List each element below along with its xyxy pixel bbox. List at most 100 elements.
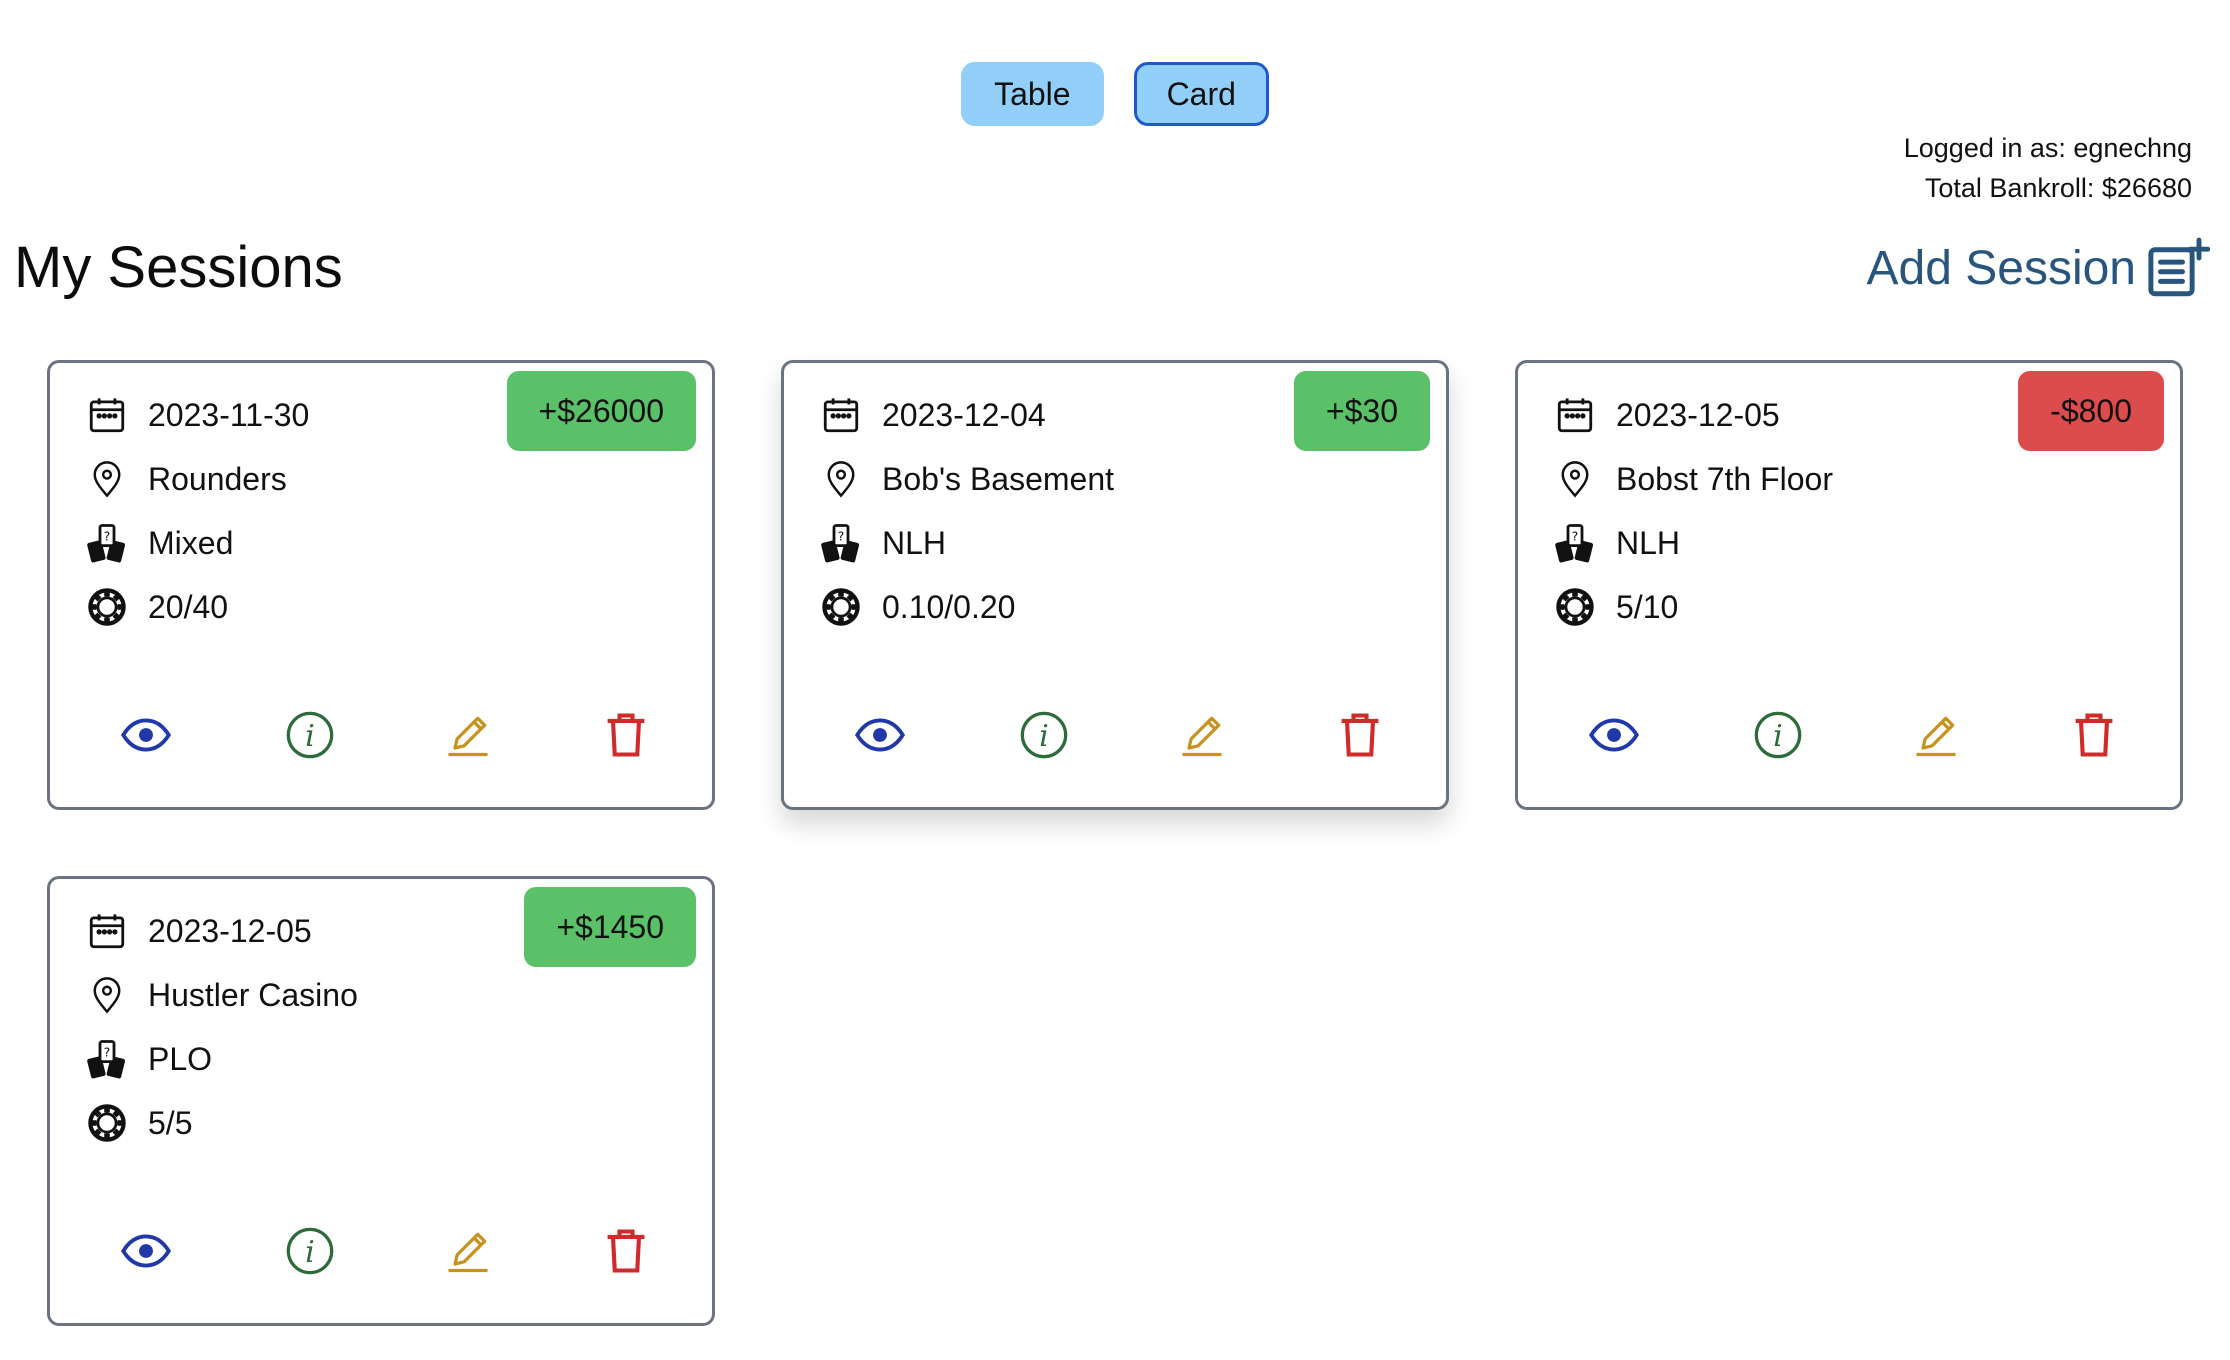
svg-text:i: i <box>305 1235 315 1270</box>
calendar-icon <box>89 398 125 433</box>
session-result-badge: +$1450 <box>524 887 696 967</box>
svg-text:i: i <box>305 719 315 754</box>
logged-in-text: Logged in as: egnechng <box>1903 133 2192 163</box>
playing-cards-icon: ? <box>1555 524 1594 563</box>
poker-chip-icon <box>1556 588 1594 626</box>
delete-button[interactable] <box>1328 703 1392 767</box>
playing-cards-icon: ? <box>821 524 860 563</box>
view-button[interactable] <box>848 703 912 767</box>
session-date-row: 2023-12-05 <box>1554 393 1780 437</box>
session-stakes-row: 5/5 <box>86 1101 192 1145</box>
edit-button[interactable] <box>1904 703 1968 767</box>
eye-icon <box>1588 718 1640 752</box>
eye-icon <box>120 718 172 752</box>
info-button[interactable]: i <box>278 703 342 767</box>
playing-cards-icon: ? <box>87 524 126 563</box>
calendar-icon <box>1557 398 1593 433</box>
session-card: 2023-11-30 Rounders ? Mixed 20/40 +$2600… <box>47 360 715 810</box>
table-view-button[interactable]: Table <box>961 62 1104 126</box>
location-pin-icon <box>93 461 121 498</box>
info-icon: i <box>286 1227 334 1275</box>
delete-button[interactable] <box>2062 703 2126 767</box>
svg-text:i: i <box>1039 719 1049 754</box>
poker-chip-icon <box>88 1104 126 1142</box>
session-date: 2023-12-05 <box>148 913 312 949</box>
view-button[interactable] <box>114 1219 178 1283</box>
session-result-badge: +$26000 <box>506 371 696 451</box>
info-button[interactable]: i <box>278 1219 342 1283</box>
session-game-row: ? NLH <box>1554 521 1680 565</box>
calendar-icon <box>823 398 859 433</box>
edit-button[interactable] <box>1170 703 1234 767</box>
poker-chip-icon <box>88 588 126 626</box>
info-button[interactable]: i <box>1746 703 1810 767</box>
pencil-icon <box>448 716 488 757</box>
playing-cards-icon: ? <box>87 1040 126 1079</box>
delete-button[interactable] <box>594 1219 658 1283</box>
svg-text:?: ? <box>104 1045 111 1059</box>
session-location: Bob's Basement <box>882 461 1115 497</box>
trash-icon <box>607 1229 645 1273</box>
svg-text:?: ? <box>1572 529 1579 543</box>
trash-icon <box>1341 713 1379 757</box>
session-result-badge: +$30 <box>1293 371 1430 451</box>
add-session-label: Add Session <box>1866 242 2136 295</box>
info-button[interactable]: i <box>1012 703 1076 767</box>
session-game-row: ? Mixed <box>86 521 233 565</box>
edit-button[interactable] <box>436 703 500 767</box>
session-game-row: ? PLO <box>86 1037 212 1081</box>
session-date-row: 2023-12-05 <box>86 909 312 953</box>
trash-icon <box>607 713 645 757</box>
location-pin-icon <box>827 461 855 498</box>
session-date-row: 2023-11-30 <box>86 393 309 437</box>
session-stakes: 5/10 <box>1616 589 1679 625</box>
session-stakes-row: 5/10 <box>1554 585 1678 629</box>
card-view-button[interactable]: Card <box>1133 62 1269 126</box>
session-date: 2023-12-04 <box>882 397 1046 433</box>
session-game: Mixed <box>148 525 234 561</box>
page-title: My Sessions <box>14 235 343 300</box>
session-date: 2023-12-05 <box>1616 397 1780 433</box>
calendar-icon <box>89 914 125 949</box>
add-note-icon <box>2148 237 2210 297</box>
session-stakes-row: 0.10/0.20 <box>820 585 1015 629</box>
session-stakes-row: 20/40 <box>86 585 228 629</box>
session-game: NLH <box>1616 525 1681 561</box>
session-location-row: Rounders <box>86 457 287 501</box>
bankroll-text: Total Bankroll: $26680 <box>1924 173 2192 203</box>
eye-icon <box>120 1234 172 1268</box>
session-actions: i <box>1518 703 2180 767</box>
pencil-icon <box>448 1232 488 1273</box>
session-card: 2023-12-04 Bob's Basement ? NLH 0.10/0.2… <box>781 360 1449 810</box>
info-icon: i <box>1754 711 1802 759</box>
session-stakes: 20/40 <box>148 589 229 625</box>
svg-text:?: ? <box>838 529 845 543</box>
session-game: PLO <box>148 1041 213 1077</box>
view-button[interactable] <box>1582 703 1646 767</box>
eye-icon <box>854 718 906 752</box>
session-location-row: Bob's Basement <box>820 457 1114 501</box>
add-session-button[interactable]: Add Session <box>1866 234 2210 304</box>
session-location: Bobst 7th Floor <box>1616 461 1833 497</box>
svg-text:i: i <box>1773 719 1783 754</box>
session-location: Rounders <box>148 461 287 497</box>
session-result-badge: -$800 <box>2018 371 2164 451</box>
user-info: Logged in as: egnechng Total Bankroll: $… <box>1904 128 2192 208</box>
session-location-row: Hustler Casino <box>86 973 358 1017</box>
session-stakes: 5/5 <box>148 1105 193 1141</box>
info-icon: i <box>286 711 334 759</box>
session-actions: i <box>50 1219 712 1283</box>
sessions-page: Table Card Logged in as: egnechng Total … <box>0 0 2230 1360</box>
svg-text:?: ? <box>104 529 111 543</box>
edit-button[interactable] <box>436 1219 500 1283</box>
session-game: NLH <box>882 525 947 561</box>
view-toggle: Table Card <box>0 62 2230 126</box>
session-actions: i <box>50 703 712 767</box>
delete-button[interactable] <box>594 703 658 767</box>
view-button[interactable] <box>114 703 178 767</box>
trash-icon <box>2075 713 2113 757</box>
poker-chip-icon <box>822 588 860 626</box>
location-pin-icon <box>93 977 121 1014</box>
session-card: 2023-12-05 Bobst 7th Floor ? NLH 5/10 -$… <box>1515 360 2183 810</box>
session-location-row: Bobst 7th Floor <box>1554 457 1833 501</box>
